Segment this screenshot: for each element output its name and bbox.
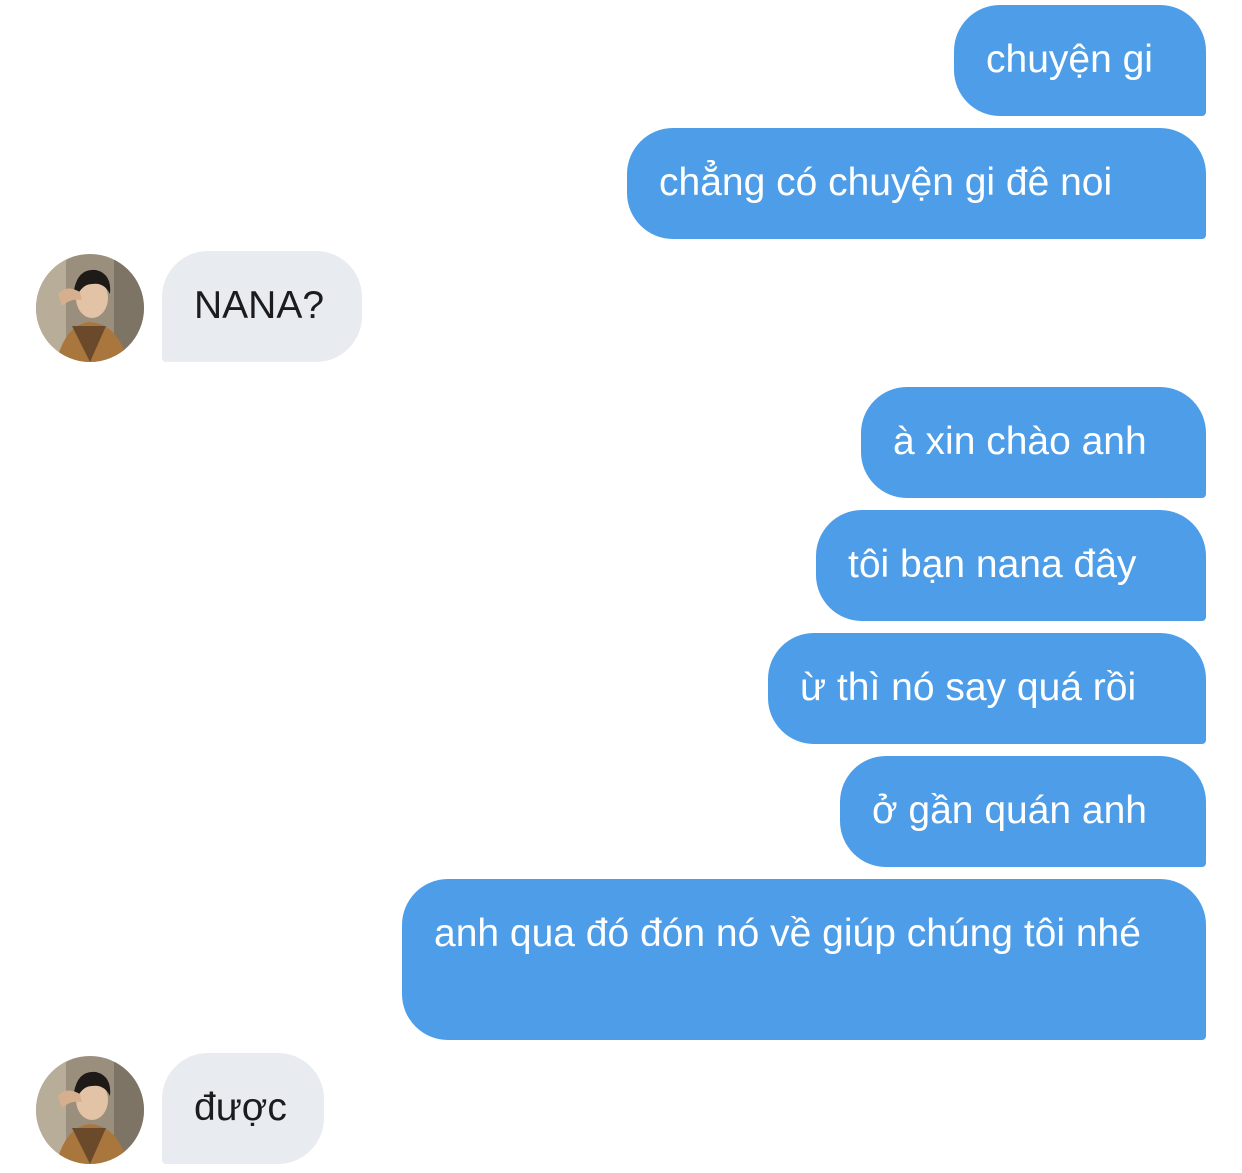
message-bubble-outgoing[interactable]: tôi bạn nana đây (816, 510, 1206, 621)
message-bubble-outgoing[interactable]: chẳng có chuyện gi đê noi (627, 128, 1206, 239)
message-bubble-outgoing[interactable]: ở gần quán anh (840, 756, 1206, 867)
message-text: anh qua đó đón nó về giúp chúng tôi nhé (434, 912, 1141, 955)
contact-avatar[interactable] (36, 254, 144, 362)
contact-avatar[interactable] (36, 1056, 144, 1164)
message-text: tôi bạn nana đây (848, 543, 1137, 586)
message-text: ở gần quán anh (872, 789, 1147, 832)
message-text: à xin chào anh (893, 420, 1147, 463)
message-text: được (194, 1086, 287, 1129)
message-bubble-outgoing[interactable]: à xin chào anh (861, 387, 1206, 498)
message-bubble-incoming[interactable]: được (162, 1053, 324, 1164)
avatar-photo-icon (36, 254, 144, 362)
message-bubble-outgoing[interactable]: ừ thì nó say quá rồi (768, 633, 1206, 744)
avatar-photo-icon (36, 1056, 144, 1164)
message-bubble-outgoing[interactable]: anh qua đó đón nó về giúp chúng tôi nhé (402, 879, 1206, 1040)
message-text: ừ thì nó say quá rồi (800, 666, 1137, 709)
message-bubble-incoming[interactable]: NANA? (162, 251, 362, 362)
message-text: NANA? (194, 284, 325, 327)
message-bubble-outgoing[interactable]: chuyện gi (954, 5, 1206, 116)
message-text: chuyện gi (986, 38, 1153, 81)
message-text: chẳng có chuyện gi đê noi (659, 161, 1113, 204)
